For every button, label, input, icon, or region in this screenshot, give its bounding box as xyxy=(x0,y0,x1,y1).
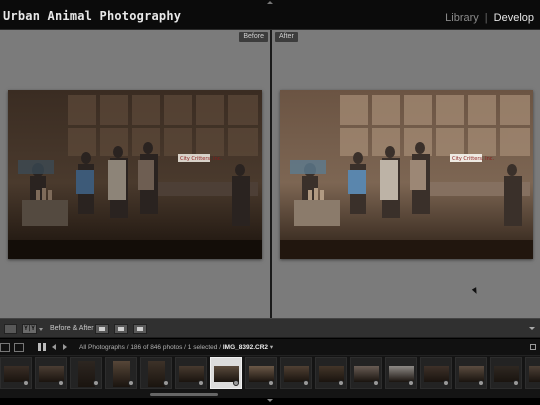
before-photo-image: City Critters, Inc. xyxy=(8,90,262,259)
filter-icon[interactable] xyxy=(530,344,536,350)
edited-badge-icon xyxy=(93,380,99,386)
edited-badge-icon xyxy=(268,380,274,386)
filmstrip-thumbnail[interactable] xyxy=(210,357,242,389)
bottom-panel xyxy=(0,398,540,405)
edited-badge-icon xyxy=(338,380,344,386)
edited-badge-icon xyxy=(58,380,64,386)
filmstrip-thumbnail[interactable] xyxy=(140,357,172,389)
after-photo-image: City Critters, Inc. xyxy=(280,90,533,259)
current-filename: IMG_8392.CR2 xyxy=(222,344,269,351)
loupe-view-icon[interactable] xyxy=(4,324,17,334)
filmstrip-thumbnail[interactable] xyxy=(105,357,137,389)
primary-window-icon[interactable] xyxy=(0,343,10,352)
filmstrip-scrollbar[interactable] xyxy=(0,391,540,398)
filmstrip-header: All Photographs / 186 of 846 photos / 1 … xyxy=(0,339,540,356)
view-mode-dropdown-icon[interactable] xyxy=(39,328,43,331)
filmstrip-scroll-thumb[interactable] xyxy=(150,393,218,396)
filmstrip-thumbnail[interactable] xyxy=(420,357,452,389)
filmstrip-thumbnail[interactable] xyxy=(175,357,207,389)
photo-count: / 186 of 846 photos / 1 selected / xyxy=(126,344,222,351)
filmstrip-thumbnail[interactable] xyxy=(35,357,67,389)
edited-badge-icon xyxy=(128,380,134,386)
edited-badge-icon xyxy=(23,380,29,386)
copy-after-to-before-button[interactable] xyxy=(114,324,128,334)
back-arrow-icon[interactable] xyxy=(52,344,56,350)
source-name: All Photographs xyxy=(79,344,125,351)
filmstrip xyxy=(0,356,540,391)
swap-before-after-button[interactable] xyxy=(133,324,147,334)
edited-badge-icon xyxy=(443,380,449,386)
after-pane: After City Critters, Inc. xyxy=(272,30,540,318)
before-pane: Before City Critters, Inc. xyxy=(0,30,271,318)
filmstrip-thumbnail[interactable] xyxy=(70,357,102,389)
secondary-window-icon[interactable] xyxy=(14,343,24,352)
edited-badge-icon xyxy=(478,380,484,386)
edited-badge-icon xyxy=(513,380,519,386)
filmstrip-thumbnail[interactable] xyxy=(0,357,32,389)
top-panel: Urban Animal Photography Library | Develop xyxy=(0,0,540,30)
edited-badge-icon xyxy=(233,380,239,386)
before-after-label: Before & After : xyxy=(50,325,98,332)
toolbar: Y|Y Before & After : xyxy=(0,318,540,338)
path-dropdown-icon[interactable]: ▾ xyxy=(270,344,273,351)
edited-badge-icon xyxy=(408,380,414,386)
module-develop[interactable]: Develop xyxy=(494,12,534,24)
before-after-view-button[interactable]: Y|Y xyxy=(22,324,37,334)
copy-before-to-after-button[interactable] xyxy=(95,324,109,334)
before-sign-text: City Critters, Inc. xyxy=(180,156,223,162)
copy-after-icon xyxy=(118,327,124,331)
forward-arrow-icon[interactable] xyxy=(63,344,67,350)
collapse-bottom-panel-icon[interactable] xyxy=(267,399,273,402)
filmstrip-thumbnail[interactable] xyxy=(315,357,347,389)
edited-badge-icon xyxy=(373,380,379,386)
lightroom-window: Urban Animal Photography Library | Develop… xyxy=(0,0,540,405)
after-label: After xyxy=(275,32,298,42)
filmstrip-thumbnail[interactable] xyxy=(490,357,522,389)
module-picker: Library | Develop xyxy=(445,12,534,24)
mouse-cursor-icon xyxy=(471,287,480,295)
edited-badge-icon xyxy=(163,380,169,386)
before-photo[interactable]: City Critters, Inc. xyxy=(8,90,262,259)
after-sign-text: City Critters, Inc. xyxy=(452,156,495,162)
collapse-top-panel-icon[interactable] xyxy=(267,1,273,4)
filmstrip-thumbnail[interactable] xyxy=(455,357,487,389)
toolbar-menu-icon[interactable] xyxy=(529,327,535,330)
thumbnail-image xyxy=(529,366,540,382)
filmstrip-thumbnail[interactable] xyxy=(525,357,540,389)
swap-icon xyxy=(137,327,143,331)
filmstrip-thumbnail[interactable] xyxy=(350,357,382,389)
grid-view-icon[interactable] xyxy=(38,343,46,351)
module-library[interactable]: Library xyxy=(445,12,479,24)
before-label: Before xyxy=(239,32,268,42)
module-separator: | xyxy=(484,12,488,24)
filmstrip-thumbnail[interactable] xyxy=(385,357,417,389)
edited-badge-icon xyxy=(198,380,204,386)
filmstrip-thumbnail[interactable] xyxy=(245,357,277,389)
edited-badge-icon xyxy=(303,380,309,386)
before-after-view: Before City Critters, Inc. After City Cr… xyxy=(0,30,540,318)
after-photo[interactable]: City Critters, Inc. xyxy=(280,90,533,259)
filmstrip-thumbnail[interactable] xyxy=(280,357,312,389)
filmstrip-source-path[interactable]: All Photographs / 186 of 846 photos / 1 … xyxy=(79,343,273,351)
copy-before-icon xyxy=(99,327,105,331)
identity-plate: Urban Animal Photography xyxy=(3,9,182,23)
